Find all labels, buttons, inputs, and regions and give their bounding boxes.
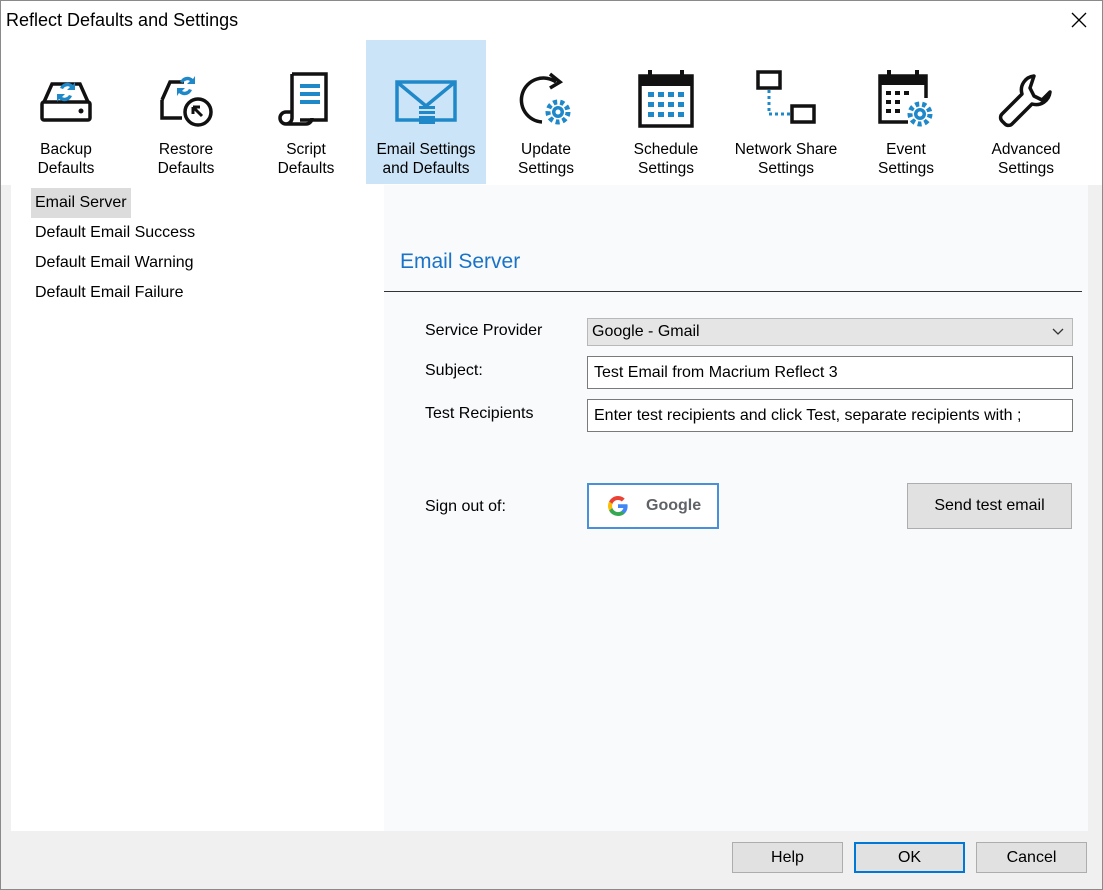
tab-label: Restore Defaults [157,141,215,177]
tab-label: Script Defaults [277,141,335,177]
tab-advanced-settings[interactable]: Advanced Settings [966,40,1086,184]
subject-input[interactable]: Test Email from Macrium Reflect 3 [587,356,1073,389]
event-settings-icon [874,68,938,132]
tab-label: Update Settings [517,141,574,177]
tab-label: Backup Defaults [37,141,95,177]
chevron-down-icon [1052,328,1064,335]
tab-script-defaults[interactable]: Script Defaults [246,40,366,184]
help-button[interactable]: Help [732,842,843,873]
subject-label: Subject: [425,362,483,379]
section-divider [384,291,1082,292]
section-title: Email Server [400,250,521,273]
settings-toolbar: Backup Defaults Restore Defaults Script … [1,39,1102,185]
tab-update-settings[interactable]: Update Settings [486,40,606,184]
sign-out-label: Sign out of: [425,498,506,515]
tab-label: Email Settings and Defaults [376,141,476,177]
tab-schedule-settings[interactable]: Schedule Settings [606,40,726,184]
email-icon [394,68,458,132]
service-provider-label: Service Provider [425,322,543,339]
tab-label: Schedule Settings [633,141,699,177]
calendar-icon [634,68,698,132]
tab-label: Network Share Settings [734,141,838,177]
tab-restore-defaults[interactable]: Restore Defaults [126,40,246,184]
tab-label: Event Settings [877,141,934,177]
settings-nav-panel: Email Server Default Email Success Defau… [11,185,384,831]
email-server-panel: Email Server Service Provider Google - G… [384,185,1088,831]
close-button[interactable] [1056,1,1102,39]
window-title: Reflect Defaults and Settings [6,10,239,30]
network-share-icon [754,68,818,132]
close-icon [1071,12,1087,28]
title-bar: Reflect Defaults and Settings [1,1,1102,39]
send-test-email-button[interactable]: Send test email [907,483,1072,529]
wrench-icon [994,68,1058,132]
script-icon [274,68,338,132]
test-recipients-input[interactable]: Enter test recipients and click Test, se… [587,399,1073,432]
tab-event-settings[interactable]: Event Settings [846,40,966,184]
update-icon [514,68,578,132]
nav-item-default-email-failure[interactable]: Default Email Failure [31,278,188,308]
tab-network-share-settings[interactable]: Network Share Settings [726,40,846,184]
nav-item-default-email-success[interactable]: Default Email Success [31,218,199,248]
nav-item-default-email-warning[interactable]: Default Email Warning [31,248,198,278]
backup-drive-icon [34,68,98,132]
service-provider-value: Google - Gmail [592,323,700,340]
restore-icon [154,68,218,132]
nav-item-email-server[interactable]: Email Server [31,188,131,218]
service-provider-dropdown[interactable]: Google - Gmail [587,318,1073,346]
tab-label: Advanced Settings [991,141,1061,177]
google-logo-icon [607,496,628,516]
tab-email-settings[interactable]: Email Settings and Defaults [366,40,486,184]
test-recipients-label: Test Recipients [425,405,534,422]
tab-backup-defaults[interactable]: Backup Defaults [6,40,126,184]
settings-dialog: Reflect Defaults and Settings Backup Def… [0,0,1103,890]
ok-button[interactable]: OK [854,842,965,873]
google-sign-out-button[interactable]: Google [587,483,719,529]
cancel-button[interactable]: Cancel [976,842,1087,873]
google-button-label: Google [646,497,702,514]
